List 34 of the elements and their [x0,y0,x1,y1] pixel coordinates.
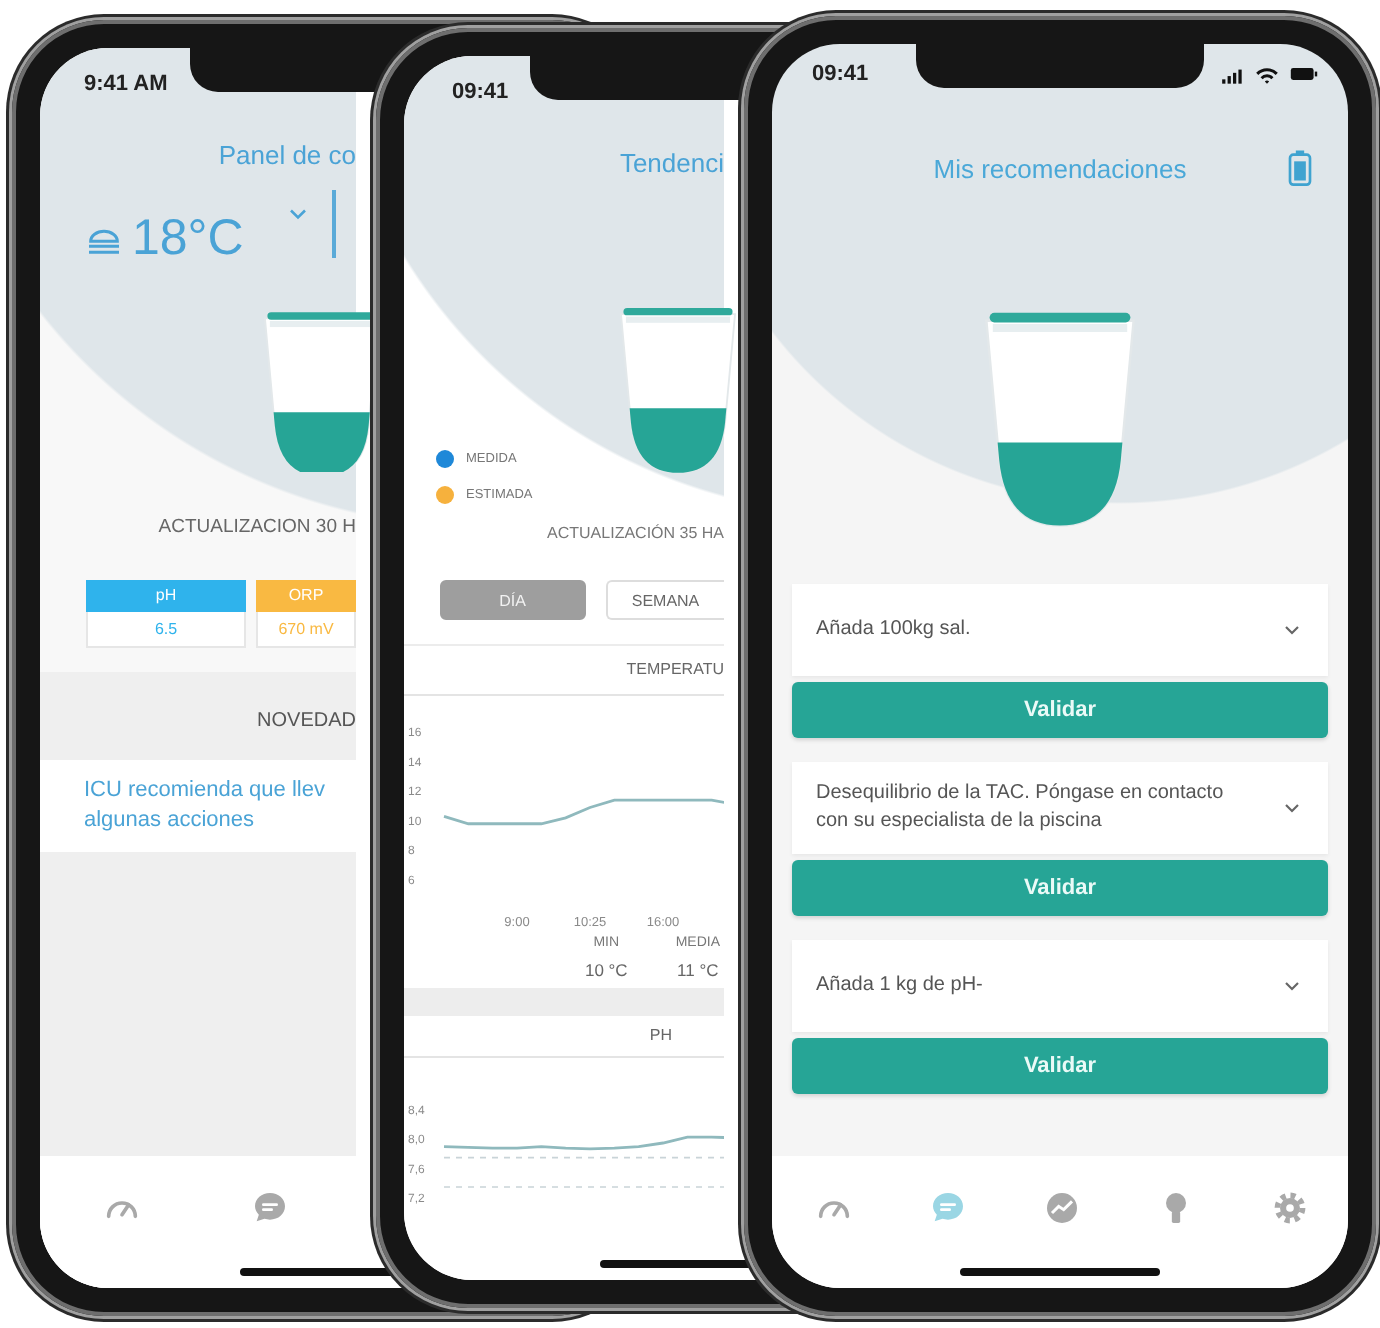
tile-value: 6.5 [86,612,246,648]
validate-button[interactable]: Validar [792,682,1328,738]
stat-value: 10 °C [584,958,628,984]
chart-heading: TEMPERATU [404,644,724,696]
status-time: 09:41 [812,62,869,86]
recommendation-text: Añada 100kg sal. [816,616,973,644]
battery-icon [1288,62,1320,86]
period-tab[interactable]: SEMANA [605,580,724,620]
update-label: ACTUALIZACION 30 H [158,514,356,542]
recommendation-text: Añada 1 kg de pH- [816,972,985,1000]
news-text[interactable]: ICU recomienda que llev algunas acciones [40,760,356,852]
recommendation-card[interactable]: Añada 100kg sal. [792,584,1328,676]
section-heading: NOVEDAD [257,708,356,736]
wifi-icon [1254,63,1280,85]
status-time: 09:41 [452,80,509,104]
validate-button[interactable]: Validar [792,1038,1328,1094]
status-time: 9:41 AM [84,72,168,96]
update-label: ACTUALIZACIÓN 35 HA [547,522,724,546]
trend-icon[interactable] [1041,1188,1081,1228]
temperature-value: 18°C [132,208,244,268]
settings-icon[interactable] [1269,1188,1309,1228]
tile-value: 670 mV [256,612,356,648]
screen-title: Mis recomendaciones [933,153,1187,183]
chart-heading: PH [404,1016,724,1058]
stat-value: 11 °C [677,958,719,984]
recommendation-text: Desequilibrio de la TAC. Póngase en contacto con su especialista de la piscina [816,780,1226,836]
screen-title: Panel de co [218,138,356,174]
validate-button[interactable]: Validar [792,860,1328,916]
recommendation-card[interactable]: Desequilibrio de la TAC. Póngase en contacto con su especialista de la piscina [792,762,1328,854]
recommendation-card[interactable]: Añada 1 kg de pH- [792,940,1328,1032]
tile-header: ORP [256,580,356,612]
tile-header: pH [86,580,246,612]
period-tab[interactable]: DÍA [440,580,586,620]
screen-title: Tendenci [619,146,724,182]
